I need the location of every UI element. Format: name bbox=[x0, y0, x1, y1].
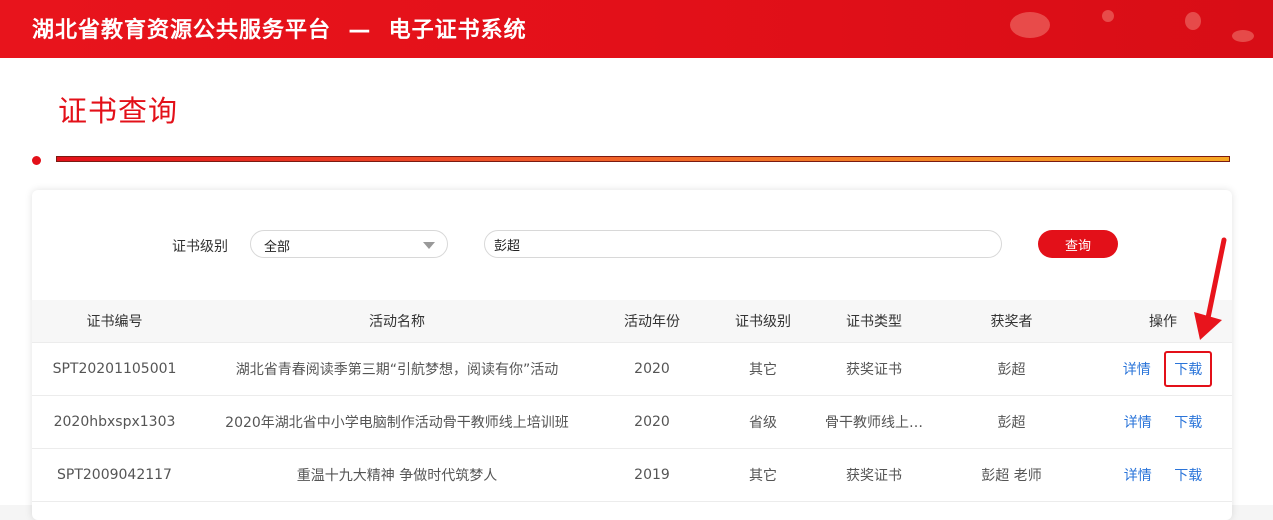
download-link[interactable]: 下载 bbox=[1164, 351, 1213, 387]
cell-level: 其它 bbox=[707, 448, 819, 502]
query-card: 证书级别 全部 查询 证书编号 活动名称 活动年份 证书级别 证书类型 获奖者 … bbox=[32, 190, 1232, 520]
cell-actions: 详情 下载 bbox=[1094, 448, 1232, 502]
cell-actions: 详情 下载 bbox=[1094, 342, 1232, 396]
column-header-activity: 活动名称 bbox=[197, 300, 597, 343]
cell-activity: 重温十九大精神 争做时代筑梦人 bbox=[197, 448, 597, 502]
header-decoration bbox=[1010, 12, 1050, 38]
arrow-down-icon bbox=[1194, 237, 1227, 340]
title-divider bbox=[56, 156, 1230, 162]
download-link[interactable]: 下载 bbox=[1165, 412, 1211, 432]
cell-year: 2020 bbox=[597, 395, 707, 449]
main-content: 证书查询 证书级别 全部 查询 证书编号 活动名称 活动年份 证书级别 证书类型 bbox=[0, 58, 1273, 520]
cell-id: SPT20201105001 bbox=[32, 342, 197, 396]
chevron-down-icon bbox=[423, 242, 435, 249]
cell-activity: 2020年湖北省中小学电脑制作活动骨干教师线上培训班 bbox=[197, 395, 597, 449]
cell-winner: 彭超 老师 bbox=[929, 448, 1094, 502]
detail-link[interactable]: 详情 bbox=[1114, 359, 1160, 379]
top-header: 湖北省教育资源公共服务平台 — 电子证书系统 bbox=[0, 0, 1273, 58]
cell-id: 2020hbxspx1303 bbox=[32, 395, 197, 449]
table-row: SPT20201105001 湖北省青春阅读季第三期“引航梦想，阅读有你”活动 … bbox=[32, 342, 1232, 396]
cell-level: 其它 bbox=[707, 342, 819, 396]
column-header-winner: 获奖者 bbox=[929, 300, 1094, 343]
header-decoration bbox=[1185, 12, 1201, 30]
column-header-year: 活动年份 bbox=[597, 300, 707, 343]
level-label: 证书级别 bbox=[172, 239, 228, 255]
cell-type: 获奖证书 bbox=[819, 448, 929, 502]
certificate-table: 证书编号 活动名称 活动年份 证书级别 证书类型 获奖者 操作 SPT20201… bbox=[32, 300, 1232, 502]
search-button[interactable]: 查询 bbox=[1038, 230, 1118, 258]
download-link[interactable]: 下载 bbox=[1165, 465, 1211, 485]
header-decoration bbox=[1232, 30, 1254, 42]
cell-level: 省级 bbox=[707, 395, 819, 449]
level-select-value: 全部 bbox=[264, 240, 291, 255]
column-header-level: 证书级别 bbox=[707, 300, 819, 343]
cell-year: 2020 bbox=[597, 342, 707, 396]
table-header-row: 证书编号 活动名称 活动年份 证书级别 证书类型 获奖者 操作 bbox=[32, 300, 1232, 343]
detail-link[interactable]: 详情 bbox=[1115, 465, 1161, 485]
site-title: 湖北省教育资源公共服务平台 — 电子证书系统 bbox=[32, 18, 527, 43]
search-input[interactable] bbox=[484, 230, 1002, 258]
detail-link[interactable]: 详情 bbox=[1115, 412, 1161, 432]
column-header-id: 证书编号 bbox=[32, 300, 197, 343]
table-row: 2020hbxspx1303 2020年湖北省中小学电脑制作活动骨干教师线上培训… bbox=[32, 395, 1232, 449]
page-title: 证书查询 bbox=[58, 94, 179, 128]
cell-year: 2019 bbox=[597, 448, 707, 502]
header-decoration bbox=[1102, 10, 1114, 22]
column-header-type: 证书类型 bbox=[819, 300, 929, 343]
table-row: SPT2009042117 重温十九大精神 争做时代筑梦人 2019 其它 获奖… bbox=[32, 448, 1232, 502]
cell-winner: 彭超 bbox=[929, 342, 1094, 396]
level-select[interactable]: 全部 bbox=[250, 230, 448, 258]
cell-id: SPT2009042117 bbox=[32, 448, 197, 502]
cell-activity: 湖北省青春阅读季第三期“引航梦想，阅读有你”活动 bbox=[197, 342, 597, 396]
cell-actions: 详情 下载 bbox=[1094, 395, 1232, 449]
title-dot bbox=[32, 156, 41, 165]
cell-winner: 彭超 bbox=[929, 395, 1094, 449]
cell-type: 骨干教师线上… bbox=[819, 395, 929, 449]
cell-type: 获奖证书 bbox=[819, 342, 929, 396]
